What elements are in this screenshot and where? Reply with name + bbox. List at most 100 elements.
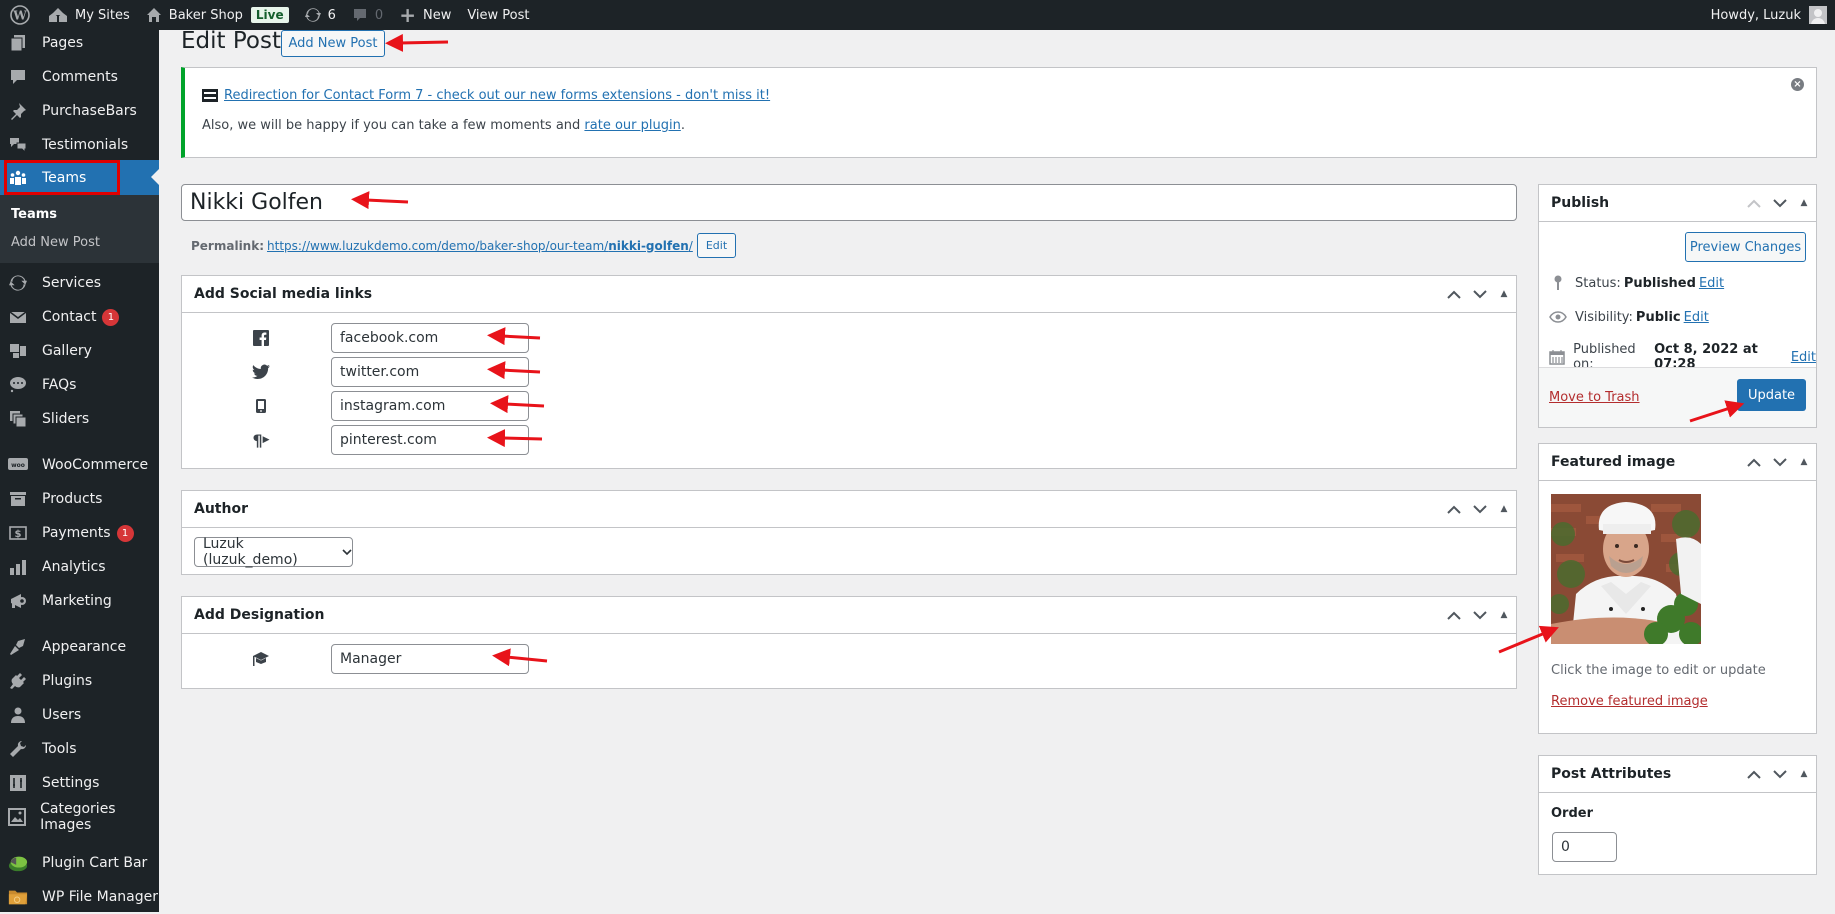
move-down-icon[interactable]: [1772, 454, 1788, 470]
sidebar-item-payments[interactable]: $ Payments 1: [0, 516, 159, 550]
toggle-panel-icon[interactable]: ▲: [1798, 195, 1810, 211]
sidebar-item-products[interactable]: Products: [0, 482, 159, 516]
move-down-icon[interactable]: [1772, 195, 1788, 211]
author-select[interactable]: Luzuk (luzuk_demo): [194, 536, 353, 568]
sidebar-item-sliders[interactable]: Sliders: [0, 402, 159, 436]
sidebar-item-purchasebars[interactable]: PurchaseBars: [0, 94, 159, 128]
my-sites-icon: [48, 7, 68, 23]
update-button[interactable]: Update: [1737, 379, 1806, 411]
metabox-title: Add Social media links: [182, 276, 1516, 313]
svg-text:$: $: [15, 529, 22, 540]
sidebar-label: FAQs: [42, 377, 77, 393]
account-menu[interactable]: Howdy, Luzuk: [1711, 6, 1835, 24]
gallery-icon: [8, 341, 28, 361]
pinterest-url-input[interactable]: [331, 425, 529, 455]
sidebar-item-comments[interactable]: Comments: [0, 60, 159, 94]
sidebar-item-tools[interactable]: Tools: [0, 732, 159, 766]
instagram-url-input[interactable]: [331, 391, 529, 421]
teams-highlight-annotation: [4, 160, 120, 195]
sidebar-item-plugin-cart-bar[interactable]: Plugin Cart Bar: [0, 846, 159, 880]
move-down-icon[interactable]: [1472, 501, 1488, 517]
add-new-post-button[interactable]: Add New Post: [281, 30, 385, 57]
status-row: Status: Published Edit: [1549, 274, 1724, 292]
update-icon: [8, 273, 28, 293]
facebook-url-input[interactable]: [331, 323, 529, 353]
site-name: Baker Shop: [168, 7, 243, 23]
edit-status-link[interactable]: Edit: [1699, 276, 1724, 291]
move-down-icon[interactable]: [1472, 286, 1488, 302]
submenu-item-teams[interactable]: Teams: [11, 207, 57, 222]
visibility-row: Visibility: Public Edit: [1549, 308, 1709, 326]
woo-icon: woo: [8, 455, 28, 475]
toggle-panel-icon[interactable]: ▲: [1798, 454, 1810, 470]
permalink-base: https://www.luzukdemo.com/demo/baker-sho…: [267, 238, 609, 253]
designation-input[interactable]: [331, 644, 529, 674]
teams-submenu: Teams Add New Post: [0, 195, 159, 263]
megaphone-icon: [8, 591, 28, 611]
sidebar-label: Contact: [42, 309, 97, 325]
preview-changes-button[interactable]: Preview Changes: [1685, 232, 1806, 262]
sidebar-item-marketing[interactable]: Marketing: [0, 584, 159, 618]
site-name-menu[interactable]: Baker Shop Live: [138, 0, 297, 30]
move-up-icon[interactable]: [1446, 501, 1462, 517]
move-up-icon[interactable]: [1446, 607, 1462, 623]
testimonials-icon: [8, 135, 28, 155]
sidebar-item-analytics[interactable]: Analytics: [0, 550, 159, 584]
permalink-slug: nikki-golfen: [608, 238, 689, 253]
move-down-icon[interactable]: [1772, 766, 1788, 782]
sidebar-item-users[interactable]: Users: [0, 698, 159, 732]
designation-metabox: Add Designation ▲: [181, 596, 1517, 689]
view-post-link[interactable]: View Post: [459, 0, 537, 30]
metabox-controls: ▲: [1746, 766, 1810, 782]
comment-bubble-icon: [352, 7, 368, 23]
toggle-panel-icon[interactable]: ▲: [1498, 286, 1510, 302]
metabox-controls: ▲: [1446, 286, 1510, 302]
rate-plugin-link[interactable]: rate our plugin: [584, 118, 680, 133]
edit-permalink-button[interactable]: Edit: [696, 233, 737, 258]
move-up-icon[interactable]: [1746, 195, 1762, 211]
updates-icon: [304, 7, 321, 23]
sidebar-item-testimonials[interactable]: Testimonials: [0, 128, 159, 162]
sidebar-item-contact[interactable]: Contact 1: [0, 300, 159, 334]
plus-icon: +: [399, 3, 416, 27]
move-up-icon[interactable]: [1746, 766, 1762, 782]
twitter-url-input[interactable]: [331, 357, 529, 387]
redirection-notice-link[interactable]: Redirection for Contact Form 7 - check o…: [224, 88, 770, 103]
toggle-panel-icon[interactable]: ▲: [1498, 607, 1510, 623]
chart-icon: [8, 557, 28, 577]
toggle-panel-icon[interactable]: ▲: [1498, 501, 1510, 517]
move-to-trash-link[interactable]: Move to Trash: [1549, 390, 1640, 405]
sidebar-item-settings[interactable]: Settings: [0, 766, 159, 800]
edit-visibility-link[interactable]: Edit: [1684, 310, 1709, 325]
order-input[interactable]: [1552, 832, 1617, 862]
updates-menu[interactable]: 6: [297, 0, 344, 30]
metabox-controls: ▲: [1746, 195, 1810, 211]
sidebar-item-pages[interactable]: Pages: [0, 26, 159, 60]
sidebar-label: Tools: [42, 741, 77, 757]
sidebar-item-categories-images[interactable]: Categories Images: [0, 800, 159, 834]
move-up-icon[interactable]: [1746, 454, 1762, 470]
move-up-icon[interactable]: [1446, 286, 1462, 302]
permalink-url[interactable]: https://www.luzukdemo.com/demo/baker-sho…: [267, 239, 693, 253]
sidebar-item-faqs[interactable]: FAQs: [0, 368, 159, 402]
remove-featured-image-link[interactable]: Remove featured image: [1551, 694, 1708, 709]
toggle-panel-icon[interactable]: ▲: [1798, 766, 1810, 782]
post-title-input[interactable]: [181, 184, 1517, 221]
sidebar-item-wp-file-manager[interactable]: WP File Manager: [0, 880, 159, 914]
edit-date-link[interactable]: Edit: [1791, 350, 1816, 365]
sidebar-item-plugins[interactable]: Plugins: [0, 664, 159, 698]
sidebar-item-services[interactable]: Services: [0, 266, 159, 300]
new-content-menu[interactable]: + New: [391, 0, 459, 30]
sidebar-item-appearance[interactable]: Appearance: [0, 630, 159, 664]
comments-menu[interactable]: 0: [344, 0, 391, 30]
sidebar-item-gallery[interactable]: Gallery: [0, 334, 159, 368]
page-title: Edit Post: [181, 28, 281, 54]
move-down-icon[interactable]: [1472, 607, 1488, 623]
sidebar-item-woocommerce[interactable]: woo WooCommerce: [0, 448, 159, 482]
submenu-item-add-new-post[interactable]: Add New Post: [11, 235, 100, 250]
contact-count-badge: 1: [102, 308, 120, 326]
featured-image-thumbnail[interactable]: [1551, 494, 1701, 644]
chef-photo: [1551, 494, 1701, 644]
folder-icon: [8, 887, 28, 907]
dismiss-notice-icon[interactable]: ×: [1791, 78, 1804, 91]
